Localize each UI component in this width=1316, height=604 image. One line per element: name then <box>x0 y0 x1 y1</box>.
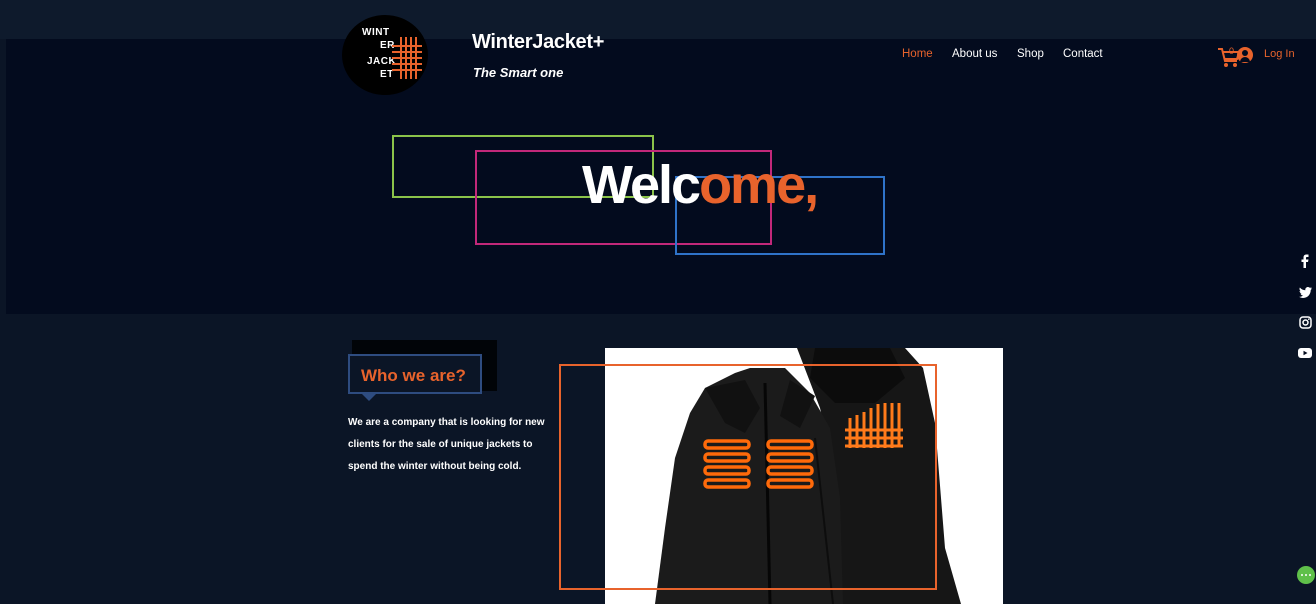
user-avatar-icon[interactable] <box>1237 47 1253 63</box>
welcome-orange-part: ome, <box>699 155 819 215</box>
logo-grid-line <box>392 69 422 71</box>
site-title[interactable]: WinterJacket+ <box>472 31 604 54</box>
hero-welcome-heading: Welcome, <box>582 150 819 220</box>
brand-logo[interactable]: WINT ER JACK ET <box>342 15 428 95</box>
logo-grid-line <box>392 51 422 53</box>
welcome-white-part: Welc <box>582 155 701 215</box>
logo-text-line-1: WINT <box>362 27 390 38</box>
login-link[interactable]: Log In <box>1264 48 1295 60</box>
photo-accent-frame <box>559 364 937 590</box>
logo-grid-line <box>392 57 422 59</box>
about-heading: Who we are? <box>361 366 466 385</box>
nav-item-home[interactable]: Home <box>902 48 933 60</box>
twitter-icon[interactable] <box>1297 284 1313 300</box>
nav-item-about-us[interactable]: About us <box>952 48 997 60</box>
about-body-text: We are a company that is looking for new… <box>348 417 545 472</box>
speech-box-tail <box>362 394 376 401</box>
logo-text-line-4: ET <box>380 69 394 80</box>
instagram-icon[interactable] <box>1297 314 1313 330</box>
chat-icon[interactable] <box>1297 566 1315 584</box>
site-tagline: The Smart one <box>473 65 564 80</box>
nav-item-shop[interactable]: Shop <box>1017 48 1044 60</box>
nav-item-contact[interactable]: Contact <box>1063 48 1103 60</box>
youtube-icon[interactable] <box>1297 345 1313 361</box>
facebook-icon[interactable] <box>1297 253 1313 269</box>
cart-count: 0 <box>1229 46 1235 56</box>
top-strip <box>0 0 1316 39</box>
logo-grid-line <box>392 45 422 47</box>
logo-grid-line <box>392 63 422 65</box>
